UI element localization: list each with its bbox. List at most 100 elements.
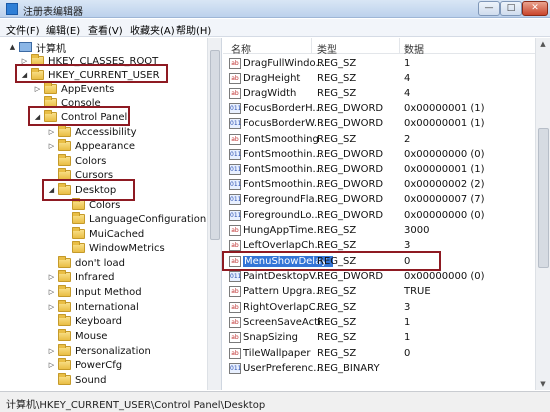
tree-item-label: Appearance [75,140,136,152]
tree-item-international[interactable]: ▷ International [47,300,139,314]
value-type: REG_DWORD [317,179,384,190]
tree-item-appearance[interactable]: ▷ Appearance [47,139,135,153]
tree-item-dont-load[interactable]: don't load [47,256,125,270]
table-row[interactable]: ab RightOverlapC... REG_SZ 3 [223,300,535,315]
column-data-header[interactable]: 数据 [404,41,424,56]
list-header: 名称 类型 数据 [223,38,535,56]
table-row[interactable]: ab DragFullWindo... REG_SZ 1 [223,56,535,71]
list-scroll-thumb[interactable] [538,128,549,268]
tree-item-muicached[interactable]: MuiCached [61,227,144,241]
value-data: 0x00000002 (2) [404,179,485,190]
menu-edit[interactable]: 编辑(E) [46,22,80,37]
table-row[interactable]: ab FontSmoothing REG_SZ 2 [223,132,535,147]
table-row[interactable]: 011 UserPreferenc... REG_BINARY [223,361,535,376]
column-name-header[interactable]: 名称 [231,41,251,56]
list-scrollbar[interactable]: ▲ ▼ [535,38,550,390]
tree-item-input-method[interactable]: ▷ Input Method [47,285,142,299]
computer-icon [19,42,32,52]
table-row[interactable]: 011 ForegroundLo... REG_DWORD 0x00000000 (0… [223,208,535,223]
column-divider[interactable] [311,38,312,54]
table-row[interactable]: ab DragHeight REG_SZ 4 [223,71,535,86]
value-data: TRUE [404,286,431,297]
value-type: REG_BINARY [317,363,380,374]
expand-arrow-icon[interactable]: ▷ [47,361,56,369]
table-row[interactable]: ab DragWidth REG_SZ 4 [223,86,535,101]
tree-item-infrared[interactable]: ▷ Infrared [47,270,114,284]
tree-item-label: Accessibility [75,126,137,138]
column-type-header[interactable]: 类型 [317,41,337,56]
tree-item-accessibility[interactable]: ▷ Accessibility [47,125,137,139]
expand-arrow-icon[interactable]: ▷ [47,303,56,311]
table-row[interactable]: 011 FocusBorderW... REG_DWORD 0x00000001 (1… [223,116,535,131]
table-row[interactable]: ab ScreenSaveActi... REG_SZ 1 [223,315,535,330]
string-value-icon: ab [229,317,241,328]
binary-value-icon: 011 [229,363,242,374]
expand-arrow-icon[interactable]: ▷ [47,288,56,296]
maximize-button[interactable]: □ [500,1,522,16]
menu-view[interactable]: 查看(V) [88,22,123,37]
collapse-arrow-icon[interactable]: ▲ [8,43,17,51]
tree-item-label: 计算机 [36,43,66,55]
tree-item-sound[interactable]: Sound [47,373,107,387]
folder-icon [58,270,71,282]
binary-value-icon: 011 [229,149,242,160]
tree-item-label: International [75,301,139,313]
string-value-icon: ab [229,73,241,84]
string-value-icon: ab [229,286,241,297]
expand-arrow-icon[interactable]: ▷ [47,273,56,281]
tree-item-appevents[interactable]: ▷ AppEvents [33,82,114,96]
table-row[interactable]: ab SnapSizing REG_SZ 1 [223,330,535,345]
table-row[interactable]: 011 FontSmoothin... REG_DWORD 0x00000001 (1… [223,162,535,177]
tree-item-label: Mouse [75,330,108,342]
menu-file[interactable]: 文件(F) [6,22,40,37]
tree-scroll-thumb[interactable] [210,50,220,240]
tree-item-label: Infrared [75,271,115,283]
folder-icon [58,154,71,166]
table-row[interactable]: 011 ForegroundFla... REG_DWORD 0x00000007 (… [223,192,535,207]
expand-arrow-icon[interactable]: ▷ [33,85,42,93]
table-row[interactable]: 011 PaintDesktopV... REG_DWORD 0x00000000 (… [223,269,535,284]
tree-item-colors[interactable]: Colors [47,154,106,168]
scroll-up-icon[interactable]: ▲ [536,38,550,50]
table-row[interactable]: 011 FocusBorderH... REG_DWORD 0x00000001 (1… [223,101,535,116]
value-type: REG_SZ [317,88,357,99]
minimize-button[interactable]: — [478,1,500,16]
highlight-desktop [42,179,135,201]
tree-item-mouse[interactable]: Mouse [47,329,107,343]
value-data: 1 [404,317,411,328]
close-button[interactable]: ✕ [522,1,548,16]
string-value-icon: ab [229,348,241,359]
folder-icon [58,344,71,356]
tree-item-windowmetrics[interactable]: WindowMetrics [61,241,165,255]
menu-help[interactable]: 帮助(H) [176,22,211,37]
tree-item-languageconfiguration[interactable]: LanguageConfiguration [61,212,206,226]
tree-item-powercfg[interactable]: ▷ PowerCfg [47,358,122,372]
tree-item-computer[interactable]: ▲ 计算机 [8,40,66,55]
folder-icon [58,125,71,137]
tree-item-label: AppEvents [61,83,115,95]
value-type: REG_DWORD [317,210,384,221]
status-path: 计算机\HKEY_CURRENT_USER\Control Panel\Desk… [6,400,266,411]
tree-item-personalization[interactable]: ▷ Personalization [47,344,151,358]
value-data: 0x00000001 (1) [404,164,485,175]
string-value-icon: ab [229,58,241,69]
column-divider[interactable] [399,38,400,54]
expand-arrow-icon[interactable]: ▷ [47,347,56,355]
key-tree: ▲ 计算机 ▷ HKEY_CLASSES_ROOT ◢ HKEY_CURRENT_US… [0,38,222,390]
table-row[interactable]: ab Pattern Upgra... REG_SZ TRUE [223,284,535,299]
title-bar: 注册表编辑器 — □ ✕ [0,0,550,18]
menu-favorites[interactable]: 收藏夹(A) [130,22,175,37]
table-row[interactable]: 011 FontSmoothin... REG_DWORD 0x00000000 (0… [223,147,535,162]
value-type: REG_SZ [317,302,357,313]
tree-scrollbar[interactable] [207,38,221,390]
table-row[interactable]: ab TileWallpaper REG_SZ 0 [223,346,535,361]
expand-arrow-icon[interactable]: ▷ [47,142,56,150]
value-data: 3000 [404,225,430,236]
status-bar: 计算机\HKEY_CURRENT_USER\Control Panel\Desk… [0,391,550,412]
tree-item-keyboard[interactable]: Keyboard [47,314,122,328]
folder-icon [72,212,85,224]
table-row[interactable]: 011 FontSmoothin... REG_DWORD 0x00000002 (2… [223,177,535,192]
scroll-down-icon[interactable]: ▼ [536,378,550,390]
table-row[interactable]: ab HungAppTime... REG_SZ 3000 [223,223,535,238]
expand-arrow-icon[interactable]: ▷ [47,128,56,136]
